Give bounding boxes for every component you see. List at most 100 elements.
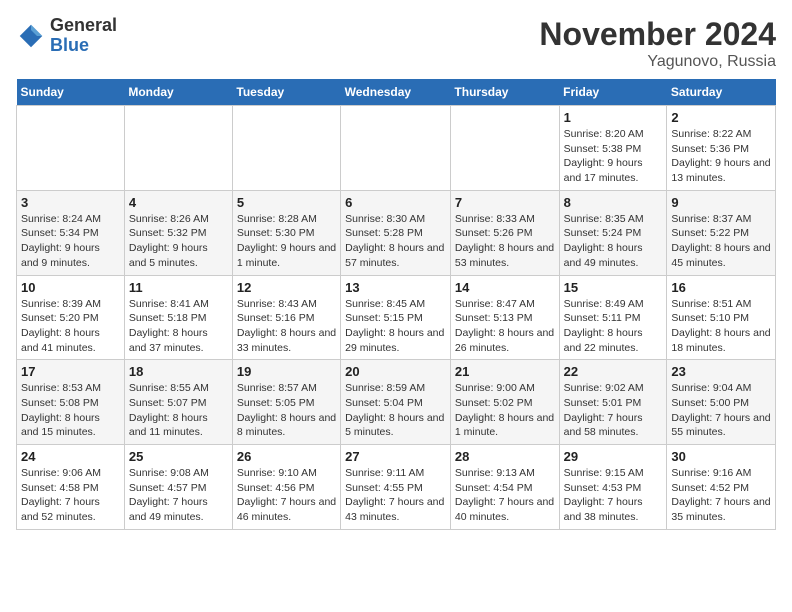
logo: General Blue bbox=[16, 16, 117, 56]
day-number: 5 bbox=[237, 195, 336, 210]
calendar-cell: 8 Sunrise: 8:35 AM Sunset: 5:24 PM Daylig… bbox=[559, 190, 667, 275]
calendar-cell: 12 Sunrise: 8:43 AM Sunset: 5:16 PM Dayli… bbox=[232, 275, 340, 360]
location: Yagunovo, Russia bbox=[539, 53, 776, 71]
calendar-week-row: 17 Sunrise: 8:53 AM Sunset: 5:08 PM Dayli… bbox=[17, 360, 776, 445]
day-info: Sunrise: 9:10 AM Sunset: 4:56 PM Dayligh… bbox=[237, 466, 336, 525]
calendar-cell bbox=[341, 106, 451, 191]
day-number: 14 bbox=[455, 280, 555, 295]
month-title: November 2024 bbox=[539, 16, 776, 53]
day-info: Sunrise: 8:53 AM Sunset: 5:08 PM Dayligh… bbox=[21, 381, 120, 440]
weekday-header: Friday bbox=[559, 79, 667, 106]
calendar-cell: 10Sunrise: 8:39 AM Sunset: 5:20 PM Dayli… bbox=[17, 275, 125, 360]
day-info: Sunrise: 8:30 AM Sunset: 5:28 PM Dayligh… bbox=[345, 212, 446, 271]
calendar-cell: 13 Sunrise: 8:45 AM Sunset: 5:15 PM Dayli… bbox=[341, 275, 451, 360]
calendar-cell: 25 Sunrise: 9:08 AM Sunset: 4:57 PM Dayli… bbox=[124, 445, 232, 530]
day-number: 7 bbox=[455, 195, 555, 210]
day-info: Sunrise: 8:37 AM Sunset: 5:22 PM Dayligh… bbox=[671, 212, 771, 271]
calendar-cell: 17 Sunrise: 8:53 AM Sunset: 5:08 PM Dayli… bbox=[17, 360, 125, 445]
day-info: Sunrise: 8:55 AM Sunset: 5:07 PM Dayligh… bbox=[129, 381, 228, 440]
weekday-header: Tuesday bbox=[232, 79, 340, 106]
day-info: Sunrise: 9:00 AM Sunset: 5:02 PM Dayligh… bbox=[455, 381, 555, 440]
day-number: 16 bbox=[671, 280, 771, 295]
day-info: Sunrise: 8:35 AM Sunset: 5:24 PM Dayligh… bbox=[564, 212, 663, 271]
weekday-header: Thursday bbox=[450, 79, 559, 106]
calendar-cell: 20 Sunrise: 8:59 AM Sunset: 5:04 PM Dayli… bbox=[341, 360, 451, 445]
weekday-header: Monday bbox=[124, 79, 232, 106]
day-number: 19 bbox=[237, 364, 336, 379]
calendar-cell: 26 Sunrise: 9:10 AM Sunset: 4:56 PM Dayli… bbox=[232, 445, 340, 530]
day-number: 17 bbox=[21, 364, 120, 379]
calendar-cell: 6 Sunrise: 8:30 AM Sunset: 5:28 PM Daylig… bbox=[341, 190, 451, 275]
calendar-cell: 5 Sunrise: 8:28 AM Sunset: 5:30 PM Daylig… bbox=[232, 190, 340, 275]
day-number: 21 bbox=[455, 364, 555, 379]
day-info: Sunrise: 8:26 AM Sunset: 5:32 PM Dayligh… bbox=[129, 212, 228, 271]
calendar-cell: 30 Sunrise: 9:16 AM Sunset: 4:52 PM Dayli… bbox=[667, 445, 776, 530]
day-number: 6 bbox=[345, 195, 446, 210]
calendar-cell: 3Sunrise: 8:24 AM Sunset: 5:34 PM Daylig… bbox=[17, 190, 125, 275]
logo-text: General Blue bbox=[50, 16, 117, 56]
calendar-cell: 14 Sunrise: 8:47 AM Sunset: 5:13 PM Dayli… bbox=[450, 275, 559, 360]
day-number: 12 bbox=[237, 280, 336, 295]
day-number: 28 bbox=[455, 449, 555, 464]
day-number: 30 bbox=[671, 449, 771, 464]
calendar-week-row: 24 Sunrise: 9:06 AM Sunset: 4:58 PM Dayli… bbox=[17, 445, 776, 530]
calendar-cell: 11 Sunrise: 8:41 AM Sunset: 5:18 PM Dayli… bbox=[124, 275, 232, 360]
calendar-cell: 22Sunrise: 9:02 AM Sunset: 5:01 PM Dayli… bbox=[559, 360, 667, 445]
day-number: 9 bbox=[671, 195, 771, 210]
day-number: 20 bbox=[345, 364, 446, 379]
calendar-cell: 16 Sunrise: 8:51 AM Sunset: 5:10 PM Dayli… bbox=[667, 275, 776, 360]
day-info: Sunrise: 8:51 AM Sunset: 5:10 PM Dayligh… bbox=[671, 297, 771, 356]
day-number: 15 bbox=[564, 280, 663, 295]
header-row: SundayMondayTuesdayWednesdayThursdayFrid… bbox=[17, 79, 776, 106]
calendar-table: SundayMondayTuesdayWednesdayThursdayFrid… bbox=[16, 79, 776, 530]
day-number: 18 bbox=[129, 364, 228, 379]
calendar-cell: 4 Sunrise: 8:26 AM Sunset: 5:32 PM Daylig… bbox=[124, 190, 232, 275]
day-info: Sunrise: 9:08 AM Sunset: 4:57 PM Dayligh… bbox=[129, 466, 228, 525]
calendar-cell bbox=[124, 106, 232, 191]
day-number: 27 bbox=[345, 449, 446, 464]
day-info: Sunrise: 8:22 AM Sunset: 5:36 PM Dayligh… bbox=[671, 127, 771, 186]
day-info: Sunrise: 8:59 AM Sunset: 5:04 PM Dayligh… bbox=[345, 381, 446, 440]
day-info: Sunrise: 8:41 AM Sunset: 5:18 PM Dayligh… bbox=[129, 297, 228, 356]
calendar-cell: 7Sunrise: 8:33 AM Sunset: 5:26 PM Daylig… bbox=[450, 190, 559, 275]
day-info: Sunrise: 8:47 AM Sunset: 5:13 PM Dayligh… bbox=[455, 297, 555, 356]
day-number: 4 bbox=[129, 195, 228, 210]
day-info: Sunrise: 9:06 AM Sunset: 4:58 PM Dayligh… bbox=[21, 466, 120, 525]
day-info: Sunrise: 8:57 AM Sunset: 5:05 PM Dayligh… bbox=[237, 381, 336, 440]
day-number: 24 bbox=[21, 449, 120, 464]
calendar-body: 1Sunrise: 8:20 AM Sunset: 5:38 PM Daylig… bbox=[17, 106, 776, 530]
calendar-cell: 21 Sunrise: 9:00 AM Sunset: 5:02 PM Dayli… bbox=[450, 360, 559, 445]
day-number: 8 bbox=[564, 195, 663, 210]
page-header: General Blue November 2024 Yagunovo, Rus… bbox=[16, 16, 776, 71]
calendar-header: SundayMondayTuesdayWednesdayThursdayFrid… bbox=[17, 79, 776, 106]
day-number: 29 bbox=[564, 449, 663, 464]
day-info: Sunrise: 8:49 AM Sunset: 5:11 PM Dayligh… bbox=[564, 297, 663, 356]
day-info: Sunrise: 8:24 AM Sunset: 5:34 PM Dayligh… bbox=[21, 212, 120, 271]
day-info: Sunrise: 8:20 AM Sunset: 5:38 PM Dayligh… bbox=[564, 127, 663, 186]
calendar-week-row: 3Sunrise: 8:24 AM Sunset: 5:34 PM Daylig… bbox=[17, 190, 776, 275]
calendar-cell: 9 Sunrise: 8:37 AM Sunset: 5:22 PM Daylig… bbox=[667, 190, 776, 275]
day-info: Sunrise: 8:28 AM Sunset: 5:30 PM Dayligh… bbox=[237, 212, 336, 271]
calendar-cell: 15 Sunrise: 8:49 AM Sunset: 5:11 PM Dayli… bbox=[559, 275, 667, 360]
title-area: November 2024 Yagunovo, Russia bbox=[539, 16, 776, 71]
day-number: 23 bbox=[671, 364, 771, 379]
day-number: 26 bbox=[237, 449, 336, 464]
calendar-cell bbox=[232, 106, 340, 191]
calendar-cell: 29Sunrise: 9:15 AM Sunset: 4:53 PM Dayli… bbox=[559, 445, 667, 530]
day-info: Sunrise: 8:45 AM Sunset: 5:15 PM Dayligh… bbox=[345, 297, 446, 356]
day-number: 11 bbox=[129, 280, 228, 295]
day-number: 10 bbox=[21, 280, 120, 295]
weekday-header: Saturday bbox=[667, 79, 776, 106]
weekday-header: Sunday bbox=[17, 79, 125, 106]
day-info: Sunrise: 9:16 AM Sunset: 4:52 PM Dayligh… bbox=[671, 466, 771, 525]
day-info: Sunrise: 9:13 AM Sunset: 4:54 PM Dayligh… bbox=[455, 466, 555, 525]
day-number: 2 bbox=[671, 110, 771, 125]
day-number: 25 bbox=[129, 449, 228, 464]
calendar-cell bbox=[17, 106, 125, 191]
calendar-cell: 24 Sunrise: 9:06 AM Sunset: 4:58 PM Dayli… bbox=[17, 445, 125, 530]
day-number: 13 bbox=[345, 280, 446, 295]
calendar-cell: 28 Sunrise: 9:13 AM Sunset: 4:54 PM Dayli… bbox=[450, 445, 559, 530]
calendar-cell: 23Sunrise: 9:04 AM Sunset: 5:00 PM Dayli… bbox=[667, 360, 776, 445]
calendar-cell: 2 Sunrise: 8:22 AM Sunset: 5:36 PM Daylig… bbox=[667, 106, 776, 191]
day-info: Sunrise: 8:43 AM Sunset: 5:16 PM Dayligh… bbox=[237, 297, 336, 356]
